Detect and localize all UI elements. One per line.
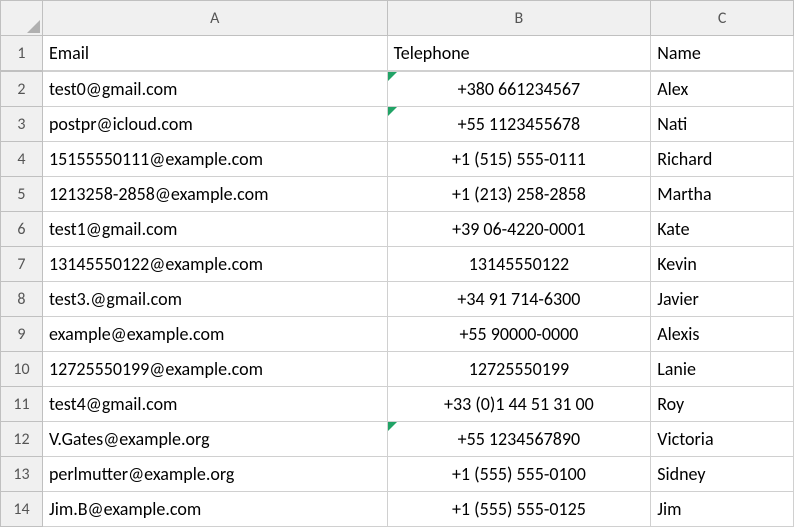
cell-C7[interactable]: Kevin [651, 247, 794, 282]
cell-C8[interactable]: Javier [651, 282, 794, 317]
data-row-10: 1012725550199@example.com12725550199Lani… [1, 352, 794, 387]
cell-C4[interactable]: Richard [651, 142, 794, 177]
data-row-8: 8test3.@gmail.com+34 91 714-6300Javier [1, 282, 794, 317]
data-row-7: 713145550122@example.com13145550122Kevin [1, 247, 794, 282]
col-header-B[interactable]: B [387, 1, 651, 36]
cell-A9[interactable]: example@example.com [42, 317, 387, 352]
cell-B11[interactable]: +33 (0)1 44 51 31 00 [387, 387, 651, 422]
cell-B12[interactable]: +55 1234567890 [387, 422, 651, 457]
cell-B14[interactable]: +1 (555) 555-0125 [387, 492, 651, 527]
cell-B13[interactable]: +1 (555) 555-0100 [387, 457, 651, 492]
cell-B3[interactable]: +55 1123455678 [387, 107, 651, 142]
cell-C3[interactable]: Nati [651, 107, 794, 142]
row-header-3[interactable]: 3 [1, 107, 43, 142]
row-header-14[interactable]: 14 [1, 492, 43, 527]
row-header-2[interactable]: 2 [1, 72, 43, 107]
data-row-12: 12V.Gates@example.org+55 1234567890Victo… [1, 422, 794, 457]
cell-B10[interactable]: 12725550199 [387, 352, 651, 387]
cell-B9[interactable]: +55 90000-0000 [387, 317, 651, 352]
spreadsheet-grid: A B C 1 Email Telephone Name 2test0@gmai… [0, 0, 794, 527]
col-header-C[interactable]: C [651, 1, 794, 36]
cell-C5[interactable]: Martha [651, 177, 794, 212]
row-header-13[interactable]: 13 [1, 457, 43, 492]
cell-B6[interactable]: +39 06-4220-0001 [387, 212, 651, 247]
cell-A3[interactable]: postpr@icloud.com [42, 107, 387, 142]
data-row-2: 2test0@gmail.com+380 661234567Alex [1, 72, 794, 107]
cell-A13[interactable]: perlmutter@example.org [42, 457, 387, 492]
cell-A11[interactable]: test4@gmail.com [42, 387, 387, 422]
cell-B1[interactable]: Telephone [387, 36, 651, 71]
row-header-11[interactable]: 11 [1, 387, 43, 422]
row-header-7[interactable]: 7 [1, 247, 43, 282]
row-header-10[interactable]: 10 [1, 352, 43, 387]
cell-B5[interactable]: +1 (213) 258-2858 [387, 177, 651, 212]
data-row-13: 13perlmutter@example.org+1 (555) 555-010… [1, 457, 794, 492]
cell-A1[interactable]: Email [42, 36, 387, 71]
cell-C10[interactable]: Lanie [651, 352, 794, 387]
cell-B8[interactable]: +34 91 714-6300 [387, 282, 651, 317]
data-row-11: 11test4@gmail.com+33 (0)1 44 51 31 00Roy [1, 387, 794, 422]
cell-C9[interactable]: Alexis [651, 317, 794, 352]
data-row-1: 1 Email Telephone Name [1, 36, 794, 71]
cell-C11[interactable]: Roy [651, 387, 794, 422]
col-header-A[interactable]: A [42, 1, 387, 36]
cell-C14[interactable]: Jim [651, 492, 794, 527]
column-header-row: A B C [1, 1, 794, 36]
select-all-icon [27, 20, 40, 33]
cell-C1[interactable]: Name [651, 36, 794, 71]
cell-A12[interactable]: V.Gates@example.org [42, 422, 387, 457]
cell-B7[interactable]: 13145550122 [387, 247, 651, 282]
cell-C2[interactable]: Alex [651, 72, 794, 107]
row-header-9[interactable]: 9 [1, 317, 43, 352]
row-header-6[interactable]: 6 [1, 212, 43, 247]
cell-B4[interactable]: +1 (515) 555-0111 [387, 142, 651, 177]
row-header-4[interactable]: 4 [1, 142, 43, 177]
data-row-3: 3postpr@icloud.com+55 1123455678Nati [1, 107, 794, 142]
cell-A8[interactable]: test3.@gmail.com [42, 282, 387, 317]
cell-A10[interactable]: 12725550199@example.com [42, 352, 387, 387]
cell-C13[interactable]: Sidney [651, 457, 794, 492]
error-indicator-icon [388, 72, 397, 81]
error-indicator-icon [388, 107, 397, 116]
cell-A2[interactable]: test0@gmail.com [42, 72, 387, 107]
row-header-8[interactable]: 8 [1, 282, 43, 317]
cell-B2[interactable]: +380 661234567 [387, 72, 651, 107]
select-all-corner[interactable] [1, 1, 43, 36]
cell-A7[interactable]: 13145550122@example.com [42, 247, 387, 282]
data-row-4: 415155550111@example.com+1 (515) 555-011… [1, 142, 794, 177]
cell-A6[interactable]: test1@gmail.com [42, 212, 387, 247]
cell-A5[interactable]: 1213258-2858@example.com [42, 177, 387, 212]
cell-A4[interactable]: 15155550111@example.com [42, 142, 387, 177]
cell-A14[interactable]: Jim.B@example.com [42, 492, 387, 527]
row-header-12[interactable]: 12 [1, 422, 43, 457]
data-row-14: 14Jim.B@example.com+1 (555) 555-0125Jim [1, 492, 794, 527]
data-row-6: 6test1@gmail.com+39 06-4220-0001Kate [1, 212, 794, 247]
row-header-1[interactable]: 1 [1, 36, 43, 71]
error-indicator-icon [388, 422, 397, 431]
data-row-9: 9example@example.com+55 90000-0000Alexis [1, 317, 794, 352]
data-row-5: 51213258-2858@example.com+1 (213) 258-28… [1, 177, 794, 212]
cell-C12[interactable]: Victoria [651, 422, 794, 457]
row-header-5[interactable]: 5 [1, 177, 43, 212]
cell-C6[interactable]: Kate [651, 212, 794, 247]
